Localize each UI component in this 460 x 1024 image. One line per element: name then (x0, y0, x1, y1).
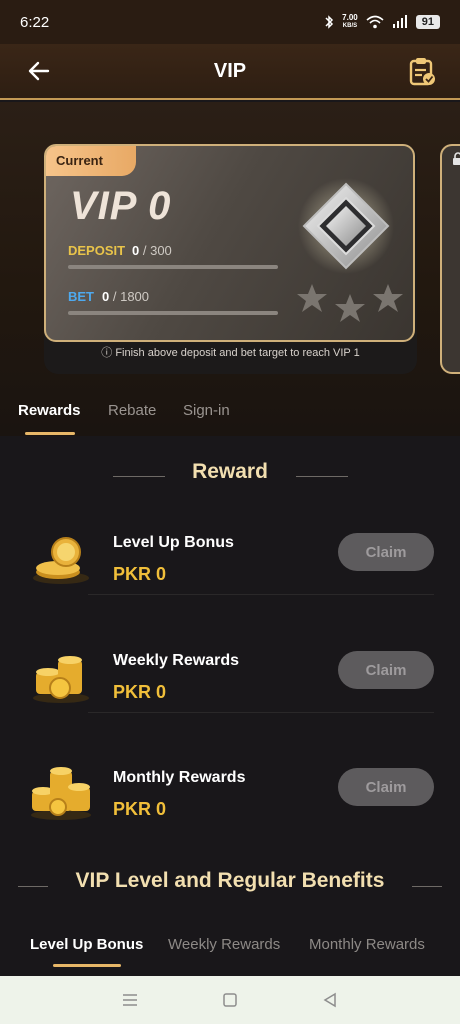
reward-name: Level Up Bonus (113, 534, 234, 551)
menu-icon (123, 994, 137, 1006)
divider-right (412, 886, 442, 887)
reward-name: Monthly Rewards (113, 769, 246, 786)
vip-tabs: Rewards Rebate Sign-in (0, 398, 460, 436)
diamond-badge-icon (298, 178, 394, 274)
home-button[interactable] (220, 990, 240, 1010)
reward-item-weekly: Weekly Rewards PKR 0 Claim (0, 634, 460, 734)
back-button[interactable] (24, 56, 54, 86)
reward-section: Reward Level Up Bonus PKR 0 Claim Weekly… (0, 436, 460, 976)
star-icon (297, 284, 327, 312)
star-icon (373, 284, 403, 312)
coin-stack-icon (33, 656, 89, 703)
clipboard-check-icon (409, 58, 435, 86)
star-icon (335, 294, 365, 322)
vip-card-note: ⓘ Finish above deposit and bet target to… (44, 344, 417, 360)
bet-progress-bar (68, 311, 278, 315)
reward-name: Weekly Rewards (113, 652, 239, 669)
vip-card-wrapper: Current VIP 0 DEPOSIT 0 / 300 BET 0 / 18… (44, 144, 417, 374)
reward-title: Reward (192, 460, 268, 483)
coin-pile-icon (31, 767, 91, 820)
status-time: 6:22 (20, 13, 50, 31)
tab-sign-in[interactable]: Sign-in (183, 402, 230, 419)
battery-indicator: 91 (415, 15, 440, 29)
triangle-back-icon (323, 992, 336, 1008)
tab-level-up-bonus[interactable]: Level Up Bonus (30, 936, 143, 953)
info-icon: ⓘ (101, 347, 113, 359)
back-nav-button[interactable] (320, 990, 340, 1010)
square-icon (223, 993, 237, 1007)
claim-button[interactable]: Claim (338, 533, 434, 571)
page-title: VIP (213, 59, 247, 82)
tab-rewards[interactable]: Rewards (18, 402, 81, 419)
tab-active-indicator (25, 432, 75, 435)
vip-card-note-text: Finish above deposit and bet target to r… (115, 347, 360, 359)
recent-apps-button[interactable] (120, 990, 140, 1010)
divider-right (296, 476, 348, 477)
bet-current: 0 (102, 289, 110, 304)
app-header: VIP (0, 44, 460, 100)
records-button[interactable] (408, 56, 438, 88)
net-speed-unit: KB/S (342, 23, 358, 29)
deposit-target: / 300 (142, 243, 172, 258)
row-separator (88, 594, 434, 595)
next-vip-card-peek[interactable] (440, 144, 460, 374)
reward-amount: PKR 0 (113, 564, 167, 584)
network-speed: 7.00 KB/S (342, 14, 358, 30)
vip-card[interactable]: Current VIP 0 DEPOSIT 0 / 300 BET 0 / 18… (44, 144, 415, 342)
bluetooth-icon (325, 15, 334, 29)
reward-item-monthly: Monthly Rewards PKR 0 Claim (0, 751, 460, 851)
bet-progress-text: 0 / 1800 (102, 289, 149, 304)
vip-hero: Current VIP 0 DEPOSIT 0 / 300 BET 0 / 18… (0, 102, 460, 436)
benefits-title: VIP Level and Regular Benefits (75, 869, 385, 892)
bet-target: / 1800 (112, 289, 150, 304)
status-bar: 6:22 7.00 KB/S 91 (0, 0, 460, 44)
level-stars (297, 284, 403, 322)
reward-amount: PKR 0 (113, 682, 167, 702)
reward-item-level-up: Level Up Bonus PKR 0 Claim (0, 516, 460, 616)
wifi-icon (366, 15, 384, 29)
arrow-left-icon (28, 61, 50, 81)
deposit-progress-text: 0 / 300 (132, 243, 172, 258)
tab-weekly-rewards[interactable]: Weekly Rewards (168, 936, 280, 953)
lock-icon (453, 152, 460, 165)
tab-rebate[interactable]: Rebate (108, 402, 156, 419)
coin-stack-icon (33, 537, 89, 584)
claim-button[interactable]: Claim (338, 768, 434, 806)
current-tag: Current (46, 146, 136, 176)
bet-label: BET (68, 289, 94, 304)
vip-level: VIP 0 (70, 184, 172, 228)
tab-active-indicator (53, 964, 121, 967)
reward-amount: PKR 0 (113, 799, 167, 819)
system-nav-bar (0, 976, 460, 1024)
status-icons: 7.00 KB/S 91 (324, 14, 440, 30)
tab-monthly-rewards[interactable]: Monthly Rewards (309, 936, 425, 953)
signal-icon (392, 15, 407, 28)
deposit-progress-bar (68, 265, 278, 269)
row-separator (88, 712, 434, 713)
deposit-label: DEPOSIT (68, 243, 126, 258)
claim-button[interactable]: Claim (338, 651, 434, 689)
benefits-tabs: Level Up Bonus Weekly Rewards Monthly Re… (0, 936, 460, 976)
deposit-current: 0 (132, 243, 140, 258)
net-speed-value: 7.00 (342, 13, 358, 22)
